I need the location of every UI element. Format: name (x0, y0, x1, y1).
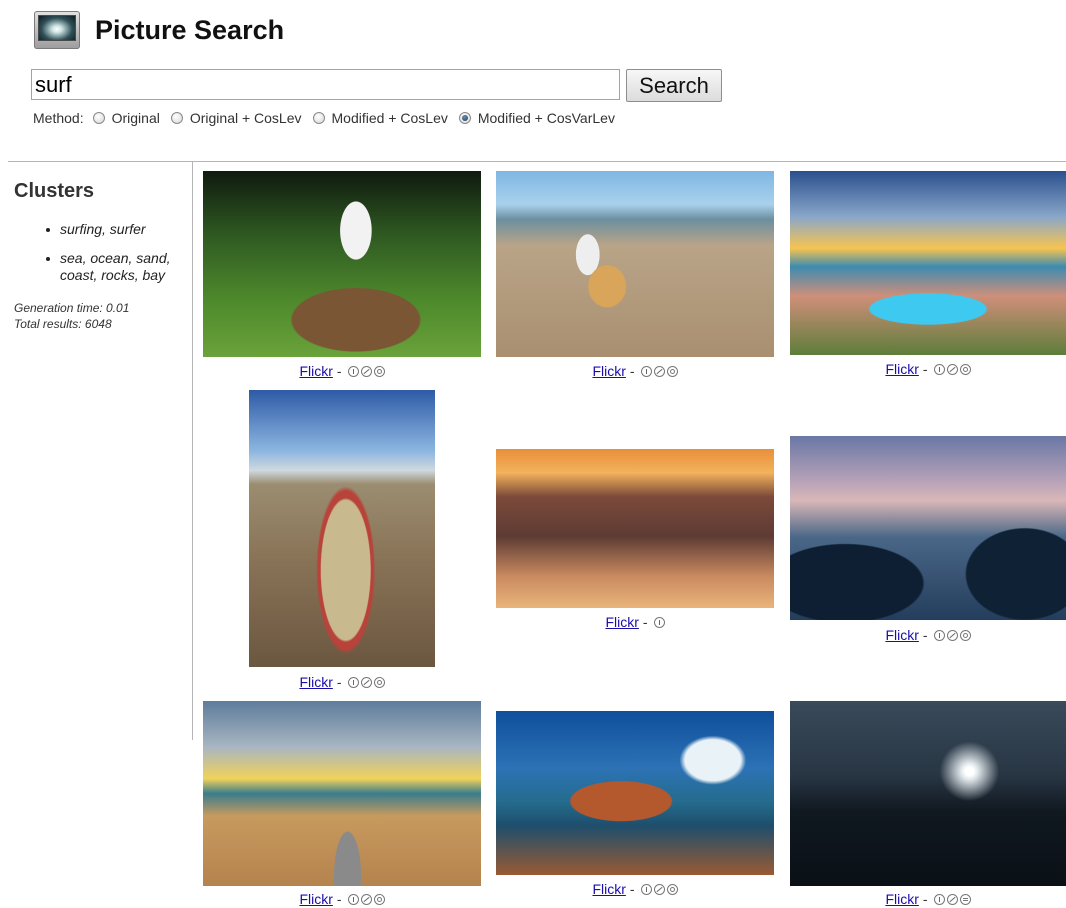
cc-nc-icon[interactable] (360, 676, 372, 688)
header-divider (8, 161, 1066, 162)
radio-original-coslev[interactable] (170, 112, 183, 124)
result-image-1[interactable] (203, 171, 481, 357)
cluster-item[interactable]: sea, ocean, sand, coast, rocks, bay (44, 250, 184, 284)
cc-by-icon[interactable] (640, 365, 652, 377)
result-caption-7: Flickr - (203, 890, 481, 908)
generation-time: Generation time: 0.01 (14, 301, 130, 315)
cc-sa-icon[interactable] (666, 883, 678, 895)
radio-modified-cosvarlev-label[interactable]: Modified + CosVarLev (478, 110, 615, 126)
cc-by-icon[interactable] (640, 883, 652, 895)
radio-original-label[interactable]: Original (112, 110, 160, 126)
radio-modified-coslev[interactable] (312, 112, 325, 124)
result-caption-4: Flickr - (203, 673, 481, 691)
cc-by-icon[interactable] (933, 893, 945, 905)
cc-by-icon[interactable] (347, 893, 359, 905)
radio-modified-coslev-label[interactable]: Modified + CosLev (332, 110, 448, 126)
result-caption-2: Flickr - (496, 362, 774, 380)
method-label: Method: (33, 110, 84, 126)
cc-by-icon[interactable] (653, 616, 665, 628)
cluster-item[interactable]: surfing, surfer (44, 221, 184, 238)
cc-sa-icon[interactable] (959, 363, 971, 375)
radio-modified-cosvarlev[interactable] (458, 112, 471, 124)
cc-sa-icon[interactable] (959, 629, 971, 641)
clusters-heading: Clusters (14, 180, 95, 202)
result-image-6[interactable] (790, 436, 1066, 620)
cc-sa-icon[interactable] (373, 893, 385, 905)
result-image-5[interactable] (496, 449, 774, 608)
total-results: Total results: 6048 (14, 317, 112, 331)
flickr-link[interactable]: Flickr (885, 627, 918, 643)
radio-original-coslev-label[interactable]: Original + CosLev (190, 110, 302, 126)
cc-by-icon[interactable] (347, 676, 359, 688)
result-caption-1: Flickr - (203, 362, 481, 380)
result-image-9[interactable] (790, 701, 1066, 886)
picture-frame-icon (34, 11, 80, 49)
result-image-2[interactable] (496, 171, 774, 357)
flickr-link[interactable]: Flickr (592, 363, 625, 379)
search-button[interactable]: Search (626, 69, 722, 102)
cc-sa-icon[interactable] (373, 365, 385, 377)
cluster-list: surfing, surfer sea, ocean, sand, coast,… (44, 221, 184, 296)
result-image-3[interactable] (790, 171, 1066, 355)
method-selector: Method: Original Original + CosLev Modif… (33, 109, 617, 127)
cc-nc-icon[interactable] (653, 365, 665, 377)
result-caption-3: Flickr - (790, 360, 1066, 378)
flickr-link[interactable]: Flickr (299, 674, 332, 690)
result-caption-6: Flickr - (790, 626, 1066, 644)
cc-nc-icon[interactable] (653, 883, 665, 895)
result-image-7[interactable] (203, 701, 481, 886)
cc-sa-icon[interactable] (666, 365, 678, 377)
sidebar-divider (192, 162, 193, 740)
page-title: Picture Search (95, 15, 285, 45)
result-image-4[interactable] (249, 390, 435, 667)
flickr-link[interactable]: Flickr (885, 361, 918, 377)
cc-nd-icon[interactable] (959, 893, 971, 905)
search-stats: Generation time: 0.01 Total results: 604… (14, 300, 129, 332)
cc-nc-icon[interactable] (946, 893, 958, 905)
search-input[interactable] (31, 69, 620, 100)
cc-nc-icon[interactable] (360, 893, 372, 905)
result-caption-9: Flickr - (790, 890, 1066, 908)
radio-original[interactable] (92, 112, 105, 124)
cc-nc-icon[interactable] (360, 365, 372, 377)
result-caption-5: Flickr - (496, 613, 774, 631)
cc-by-icon[interactable] (933, 363, 945, 375)
result-image-8[interactable] (496, 711, 774, 875)
flickr-link[interactable]: Flickr (592, 881, 625, 897)
cc-by-icon[interactable] (933, 629, 945, 641)
flickr-link[interactable]: Flickr (605, 614, 638, 630)
cc-sa-icon[interactable] (373, 676, 385, 688)
cc-nc-icon[interactable] (946, 363, 958, 375)
flickr-link[interactable]: Flickr (299, 363, 332, 379)
result-caption-8: Flickr - (496, 880, 774, 898)
cc-by-icon[interactable] (347, 365, 359, 377)
cc-nc-icon[interactable] (946, 629, 958, 641)
